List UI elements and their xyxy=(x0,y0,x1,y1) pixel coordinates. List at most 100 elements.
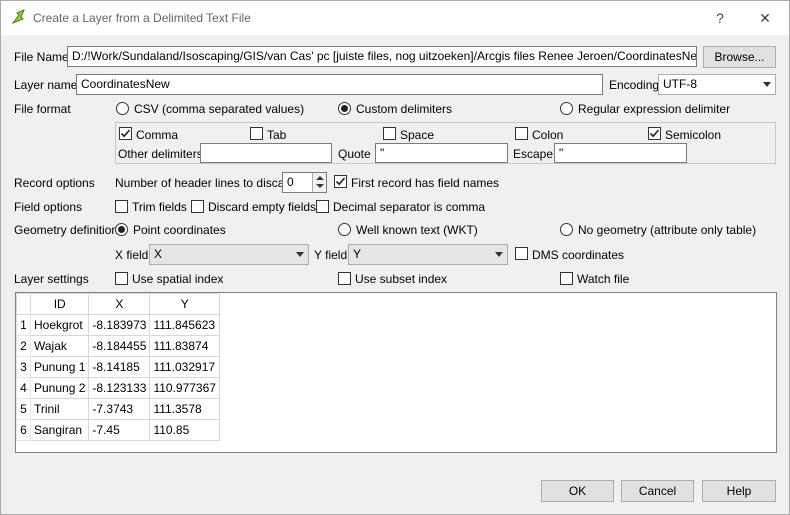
help-button[interactable]: Help xyxy=(702,480,776,502)
chevron-down-icon xyxy=(296,252,304,257)
no-geometry-label: No geometry (attribute only table) xyxy=(578,223,757,237)
no-geometry-radio[interactable] xyxy=(560,223,573,236)
x-field-select[interactable]: X xyxy=(149,244,309,265)
space-label: Space xyxy=(400,128,435,142)
wkt-radio[interactable] xyxy=(338,223,351,236)
table-row[interactable]: 2 Wajak -8.184455 111.83874 xyxy=(16,335,220,357)
geometry-definition-label: Geometry definition xyxy=(14,223,119,237)
semicolon-checkbox[interactable] xyxy=(648,127,661,140)
header-lines-value: 0 xyxy=(287,175,294,189)
cell-y: 111.032917 xyxy=(149,356,220,378)
regex-radio[interactable] xyxy=(560,102,573,115)
row-number: 3 xyxy=(16,356,31,378)
other-delimiters-input[interactable] xyxy=(200,143,332,163)
ok-button[interactable]: OK xyxy=(541,480,614,502)
sample-data-table[interactable]: ID X Y 1 Hoekgrot -8.183973 111.845623 2… xyxy=(15,292,777,453)
window-title: Create a Layer from a Delimited Text Fil… xyxy=(33,11,251,25)
comma-checkbox[interactable] xyxy=(119,127,132,140)
cell-y: 111.845623 xyxy=(149,314,220,336)
checkmark-icon xyxy=(120,129,131,138)
column-header-x[interactable]: X xyxy=(88,293,151,315)
column-header-y[interactable]: Y xyxy=(149,293,220,315)
row-number: 6 xyxy=(16,419,31,441)
discard-empty-checkbox[interactable] xyxy=(191,200,204,213)
custom-delimiters-radio[interactable] xyxy=(338,102,351,115)
y-field-label: Y field xyxy=(314,248,348,262)
encoding-select[interactable]: UTF-8 xyxy=(658,74,776,95)
regex-radio-label: Regular expression delimiter xyxy=(578,102,731,116)
cell-y: 111.83874 xyxy=(149,335,220,357)
title-bar: Create a Layer from a Delimited Text Fil… xyxy=(1,1,789,35)
browse-button[interactable]: Browse... xyxy=(703,46,776,68)
cell-x: -8.183973 xyxy=(88,314,151,336)
cell-id: Punung 1 xyxy=(29,356,90,378)
dms-checkbox[interactable] xyxy=(515,247,528,260)
custom-delimiters-label: Custom delimiters xyxy=(356,102,453,116)
subset-index-label: Use subset index xyxy=(355,272,448,286)
chevron-down-icon xyxy=(495,252,503,257)
row-number: 2 xyxy=(16,335,31,357)
help-title-button[interactable]: ? xyxy=(706,7,734,29)
decimal-comma-label: Decimal separator is comma xyxy=(333,200,486,214)
data-grid: ID X Y 1 Hoekgrot -8.183973 111.845623 2… xyxy=(16,293,220,441)
cell-y: 110.85 xyxy=(149,419,220,441)
space-checkbox[interactable] xyxy=(383,127,396,140)
colon-checkbox[interactable] xyxy=(515,127,528,140)
corner-cell xyxy=(16,293,31,315)
header-row: ID X Y xyxy=(16,293,220,315)
encoding-label: Encoding xyxy=(609,78,660,92)
spin-arrows-icon[interactable] xyxy=(312,173,326,192)
cell-x: -8.14185 xyxy=(88,356,151,378)
column-header-id[interactable]: ID xyxy=(29,293,90,315)
cell-y: 110.977367 xyxy=(149,377,220,399)
spatial-index-label: Use spatial index xyxy=(132,272,224,286)
cancel-button[interactable]: Cancel xyxy=(621,480,694,502)
spatial-index-checkbox[interactable] xyxy=(115,272,128,285)
close-button[interactable]: ✕ xyxy=(751,7,779,29)
subset-index-checkbox[interactable] xyxy=(338,272,351,285)
record-options-label: Record options xyxy=(14,176,95,190)
escape-input[interactable]: " xyxy=(554,143,687,163)
checkmark-icon xyxy=(649,129,660,138)
csv-radio-label: CSV (comma separated values) xyxy=(134,102,305,116)
checkmark-icon xyxy=(335,177,346,186)
row-number: 5 xyxy=(16,398,31,420)
watch-file-checkbox[interactable] xyxy=(560,272,573,285)
watch-file-label: Watch file xyxy=(577,272,630,286)
tab-label: Tab xyxy=(267,128,287,142)
cell-x: -7.3743 xyxy=(88,398,151,420)
encoding-value: UTF-8 xyxy=(663,77,697,91)
y-field-value: Y xyxy=(353,247,362,261)
cell-id: Hoekgrot xyxy=(29,314,90,336)
quote-input[interactable]: " xyxy=(375,143,508,163)
colon-label: Colon xyxy=(532,128,564,142)
comma-label: Comma xyxy=(136,128,179,142)
trim-fields-label: Trim fields xyxy=(132,200,187,214)
y-field-select[interactable]: Y xyxy=(348,244,508,265)
trim-fields-checkbox[interactable] xyxy=(115,200,128,213)
cell-id: Trinil xyxy=(29,398,90,420)
point-coordinates-radio[interactable] xyxy=(115,223,128,236)
table-row[interactable]: 4 Punung 2 -8.123133 110.977367 xyxy=(16,377,220,399)
tab-checkbox[interactable] xyxy=(250,127,263,140)
table-row[interactable]: 1 Hoekgrot -8.183973 111.845623 xyxy=(16,314,220,336)
layer-name-input[interactable]: CoordinatesNew xyxy=(76,74,603,95)
table-row[interactable]: 3 Punung 1 -8.14185 111.032917 xyxy=(16,356,220,378)
file-name-input[interactable]: D:/!Work/Sundaland/Isoscaping/GIS/van Ca… xyxy=(67,46,697,67)
first-record-label: First record has field names xyxy=(351,176,500,190)
field-options-label: Field options xyxy=(14,200,83,214)
quote-label: Quote xyxy=(338,147,371,161)
x-field-value: X xyxy=(154,247,163,261)
csv-radio[interactable] xyxy=(116,102,129,115)
escape-label: Escape xyxy=(513,147,554,161)
decimal-comma-checkbox[interactable] xyxy=(316,200,329,213)
cell-id: Punung 2 xyxy=(29,377,90,399)
row-number: 4 xyxy=(16,377,31,399)
table-row[interactable]: 6 Sangiran -7.45 110.85 xyxy=(16,419,220,441)
cell-id: Wajak xyxy=(29,335,90,357)
row-number: 1 xyxy=(16,314,31,336)
first-record-checkbox[interactable] xyxy=(334,175,347,188)
table-row[interactable]: 5 Trinil -7.3743 111.3578 xyxy=(16,398,220,420)
chevron-down-icon xyxy=(763,82,771,87)
header-lines-spinbox[interactable]: 0 xyxy=(282,172,327,193)
